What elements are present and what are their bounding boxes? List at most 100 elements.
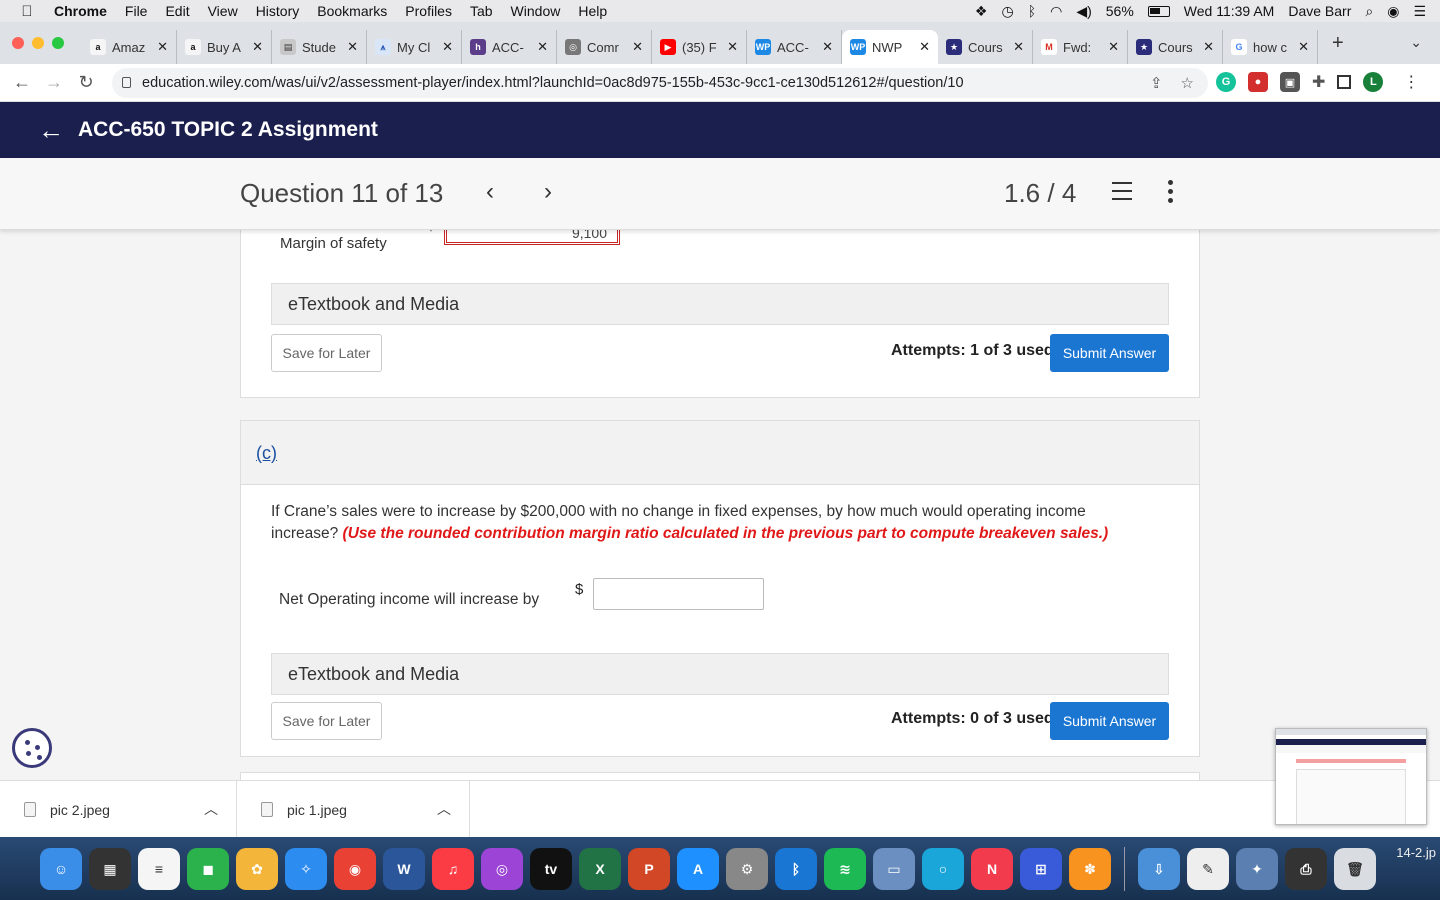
adblock-extension-icon[interactable]: ● [1248, 72, 1268, 92]
bluetooth-status-icon[interactable]: ᛒ [1028, 3, 1036, 19]
chrome-icon[interactable]: ◉ [334, 848, 376, 890]
submit-answer-button[interactable]: Submit Answer [1050, 702, 1169, 740]
browser-tab[interactable]: a Buy A ✕ [177, 30, 272, 64]
news-icon[interactable]: N [971, 848, 1013, 890]
close-tab-icon[interactable]: ✕ [442, 39, 453, 55]
menu-view[interactable]: View [208, 3, 238, 19]
apple-tv-icon[interactable]: tv [530, 848, 572, 890]
facetime-icon[interactable]: ◼ [187, 848, 229, 890]
printer-icon[interactable]: ⎙ [1285, 848, 1327, 890]
siri-icon[interactable]: ◉ [1387, 3, 1399, 20]
menu-window[interactable]: Window [511, 3, 561, 19]
wifi-icon[interactable]: ◠ [1050, 3, 1062, 20]
minimize-window-button[interactable] [32, 37, 44, 49]
podcasts-icon[interactable]: ◎ [481, 848, 523, 890]
save-for-later-button[interactable]: Save for Later [271, 702, 382, 740]
back-arrow-icon[interactable]: ← [38, 115, 64, 146]
close-tab-icon[interactable]: ✕ [157, 39, 168, 55]
word-icon[interactable]: W [383, 848, 425, 890]
finder-icon[interactable]: ☺ [40, 848, 82, 890]
menu-chrome[interactable]: Chrome [54, 3, 107, 19]
next-question-chevron-icon[interactable]: › [544, 178, 552, 206]
browser-tab[interactable]: ▤ Stude ✕ [272, 30, 367, 64]
chevron-up-icon[interactable]: ︿ [437, 799, 451, 819]
close-window-button[interactable] [12, 37, 24, 49]
apple-menu-icon[interactable]:  [0, 3, 54, 20]
system-preferences-icon[interactable]: ⚙ [726, 848, 768, 890]
browser-tab[interactable]: a Amaz ✕ [82, 30, 177, 64]
trash-icon[interactable]: 🗑 [1334, 848, 1376, 890]
browser-tab[interactable]: Ghow c ✕ [1223, 30, 1318, 64]
etextbook-media-panel[interactable]: eTextbook and Media [271, 653, 1169, 695]
screenshot-thumbnail[interactable] [1275, 728, 1427, 825]
bluetooth-icon[interactable]: ᛒ [775, 848, 817, 890]
close-tab-icon[interactable]: ✕ [822, 39, 833, 55]
flower-app-icon[interactable]: ✽ [1069, 848, 1111, 890]
desktop-file-label[interactable]: 14-2.jp [1396, 845, 1436, 860]
close-tab-icon[interactable]: ✕ [632, 39, 643, 55]
download-item[interactable]: pic 2.jpeg ︿ [0, 781, 237, 838]
close-tab-icon[interactable]: ✕ [919, 39, 930, 55]
activity-monitor-icon[interactable]: ▦ [89, 848, 131, 890]
close-tab-icon[interactable]: ✕ [727, 39, 738, 55]
back-arrow-icon[interactable]: ← [6, 72, 38, 93]
downloads-folder-icon[interactable]: ⇩ [1138, 848, 1180, 890]
net-operating-income-input[interactable] [593, 578, 764, 610]
tab-search-chevron-icon[interactable]: ⌄ [1410, 34, 1422, 51]
reload-icon[interactable]: ↻ [70, 72, 102, 93]
screen-recorder-icon[interactable]: ○ [922, 848, 964, 890]
lock-icon[interactable] [122, 77, 131, 88]
menu-edit[interactable]: Edit [165, 3, 189, 19]
address-bar[interactable]: education.wiley.com/was/ui/v2/assessment… [112, 68, 1208, 98]
browser-tab[interactable]: ◎ Comr ✕ [557, 30, 652, 64]
menu-history[interactable]: History [256, 3, 300, 19]
browser-tab[interactable]: M Fwd: ✕ [1033, 30, 1128, 64]
dropbox-icon[interactable]: ❖ [975, 3, 988, 20]
control-center-icon[interactable]: ☰ [1413, 3, 1426, 20]
close-tab-icon[interactable]: ✕ [347, 39, 358, 55]
side-panel-icon[interactable] [1337, 75, 1352, 89]
submit-answer-button[interactable]: Submit Answer [1050, 334, 1169, 372]
menu-bookmarks[interactable]: Bookmarks [317, 3, 387, 19]
forward-arrow-icon[interactable]: → [38, 72, 70, 93]
browser-tab[interactable]: ⩚ My Cl ✕ [367, 30, 462, 64]
browser-tab[interactable]: WP NWP ✕ [842, 30, 938, 64]
menu-file[interactable]: File [125, 3, 148, 19]
question-list-icon[interactable] [1106, 182, 1132, 204]
menu-profiles[interactable]: Profiles [405, 3, 452, 19]
excel-icon[interactable]: X [579, 848, 621, 890]
chrome-menu-icon[interactable]: ⋮ [1403, 72, 1419, 92]
grammarly-extension-icon[interactable]: G [1216, 72, 1236, 92]
photos-icon[interactable]: ✿ [236, 848, 278, 890]
menu-help[interactable]: Help [578, 3, 607, 19]
share-icon[interactable]: ⇪ [1150, 74, 1163, 92]
close-tab-icon[interactable]: ✕ [1013, 39, 1024, 55]
time-machine-icon[interactable]: ◷ [1001, 3, 1013, 20]
cookie-preferences-icon[interactable] [12, 728, 52, 768]
reminders-icon[interactable]: ≡ [138, 848, 180, 890]
textedit-icon[interactable]: ✎ [1187, 848, 1229, 890]
previous-question-chevron-icon[interactable]: ‹ [486, 178, 494, 206]
menu-tab[interactable]: Tab [470, 3, 493, 19]
powerpoint-icon[interactable]: P [628, 848, 670, 890]
profile-avatar-icon[interactable]: L [1363, 72, 1384, 92]
preview-icon[interactable]: ▭ [873, 848, 915, 890]
chevron-up-icon[interactable]: ︿ [204, 799, 218, 819]
margin-of-safety-input[interactable]: 9,100 [444, 230, 620, 245]
spotlight-search-icon[interactable]: ⌕ [1365, 3, 1373, 20]
etextbook-media-panel[interactable]: eTextbook and Media [271, 283, 1169, 325]
spotify-icon[interactable]: ≋ [824, 848, 866, 890]
save-for-later-button[interactable]: Save for Later [271, 334, 382, 372]
close-tab-icon[interactable]: ✕ [1108, 39, 1119, 55]
safari-icon[interactable]: ✧ [285, 848, 327, 890]
app-store-icon[interactable]: A [677, 848, 719, 890]
close-tab-icon[interactable]: ✕ [537, 39, 548, 55]
part-c-label[interactable]: (c) [256, 443, 277, 464]
puzzle-extensions-icon[interactable]: ✚ [1312, 72, 1325, 92]
new-tab-button[interactable]: + [1332, 32, 1344, 55]
user-name[interactable]: Dave Barr [1288, 3, 1351, 19]
more-options-icon[interactable] [1168, 180, 1173, 203]
zoom-window-button[interactable] [52, 37, 64, 49]
battery-icon[interactable] [1147, 5, 1170, 17]
extension-icon[interactable]: ▣ [1280, 72, 1300, 92]
